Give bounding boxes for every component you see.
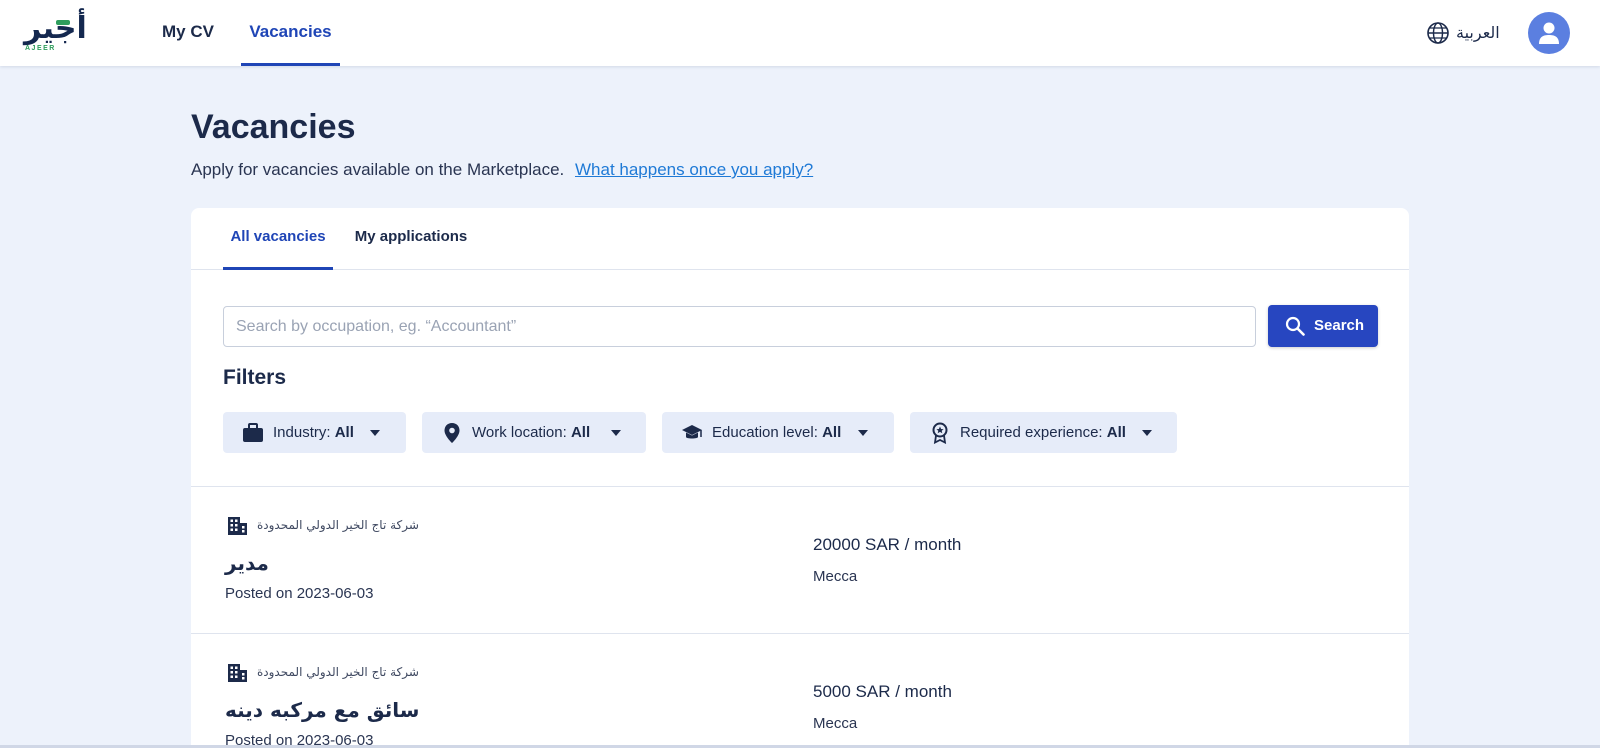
nav-my-cv[interactable]: My CV	[160, 0, 216, 66]
vacancy-location: Mecca	[813, 715, 858, 732]
building-icon	[228, 517, 247, 535]
ajeer-logo[interactable]: أجير AJEER	[22, 10, 87, 56]
language-label: العربية	[1456, 25, 1500, 42]
logo-english-text: AJEER	[25, 45, 56, 52]
chevron-down-icon	[1142, 430, 1152, 436]
education-level-filter-label: Education level: All	[712, 424, 842, 441]
required-experience-filter[interactable]: Required experience: All	[910, 412, 1177, 453]
vacancy-salary: 5000 SAR / month	[813, 682, 952, 701]
vacancy-title[interactable]: مدير	[225, 551, 269, 575]
company-name: شركة تاج الخير الدولي المحدودة	[257, 665, 419, 679]
tab-all-vacancies[interactable]: All vacancies	[223, 208, 333, 270]
vacancy-list-item[interactable]: شركة تاج الخير الدولي المحدودة سائق مع م…	[191, 634, 1409, 748]
company-name: شركة تاج الخير الدولي المحدودة	[257, 518, 419, 532]
vacancy-tabs: All vacancies My applications	[191, 208, 1409, 270]
briefcase-icon	[243, 423, 263, 442]
industry-filter-label: Industry: All	[273, 424, 354, 441]
occupation-search-input[interactable]	[223, 306, 1256, 347]
user-icon	[1539, 22, 1559, 44]
education-level-filter[interactable]: Education level: All	[662, 412, 894, 453]
filters-title: Filters	[223, 366, 287, 389]
vacancy-location: Mecca	[813, 568, 858, 585]
chevron-down-icon	[611, 430, 621, 436]
tab-my-applications[interactable]: My applications	[347, 208, 475, 270]
top-nav-bar: أجير AJEER My CV Vacancies العربية	[0, 0, 1600, 66]
chevron-down-icon	[370, 430, 380, 436]
logo-arabic-text: أجير	[24, 11, 87, 46]
vacancies-card: All vacancies My applications Search Fil…	[191, 208, 1409, 748]
page-title: Vacancies	[191, 108, 356, 146]
vacancy-salary: 20000 SAR / month	[813, 535, 962, 554]
search-button-label: Search	[1314, 317, 1365, 334]
posted-date: Posted on 2023-06-03	[225, 585, 374, 602]
required-experience-filter-label: Required experience: All	[960, 424, 1126, 441]
what-happens-link[interactable]: What happens once you apply?	[575, 160, 813, 179]
globe-icon	[1427, 22, 1449, 44]
nav-vacancies[interactable]: Vacancies	[241, 0, 340, 66]
search-icon	[1285, 316, 1305, 336]
vacancy-title[interactable]: سائق مع مركبه دينه	[225, 698, 419, 722]
building-icon	[228, 664, 247, 682]
user-avatar-button[interactable]	[1528, 12, 1570, 54]
subtitle-text: Apply for vacancies available on the Mar…	[191, 160, 565, 179]
work-location-filter[interactable]: Work location: All	[422, 412, 646, 453]
search-button[interactable]: Search	[1268, 305, 1378, 347]
work-location-filter-label: Work location: All	[472, 424, 591, 441]
badge-icon	[932, 422, 948, 444]
industry-filter[interactable]: Industry: All	[223, 412, 406, 453]
graduation-cap-icon	[682, 425, 702, 439]
location-pin-icon	[444, 423, 460, 443]
chevron-down-icon	[858, 430, 868, 436]
vacancy-list-item[interactable]: شركة تاج الخير الدولي المحدودة مدير Post…	[191, 487, 1409, 633]
page-subtitle: Apply for vacancies available on the Mar…	[191, 160, 813, 180]
